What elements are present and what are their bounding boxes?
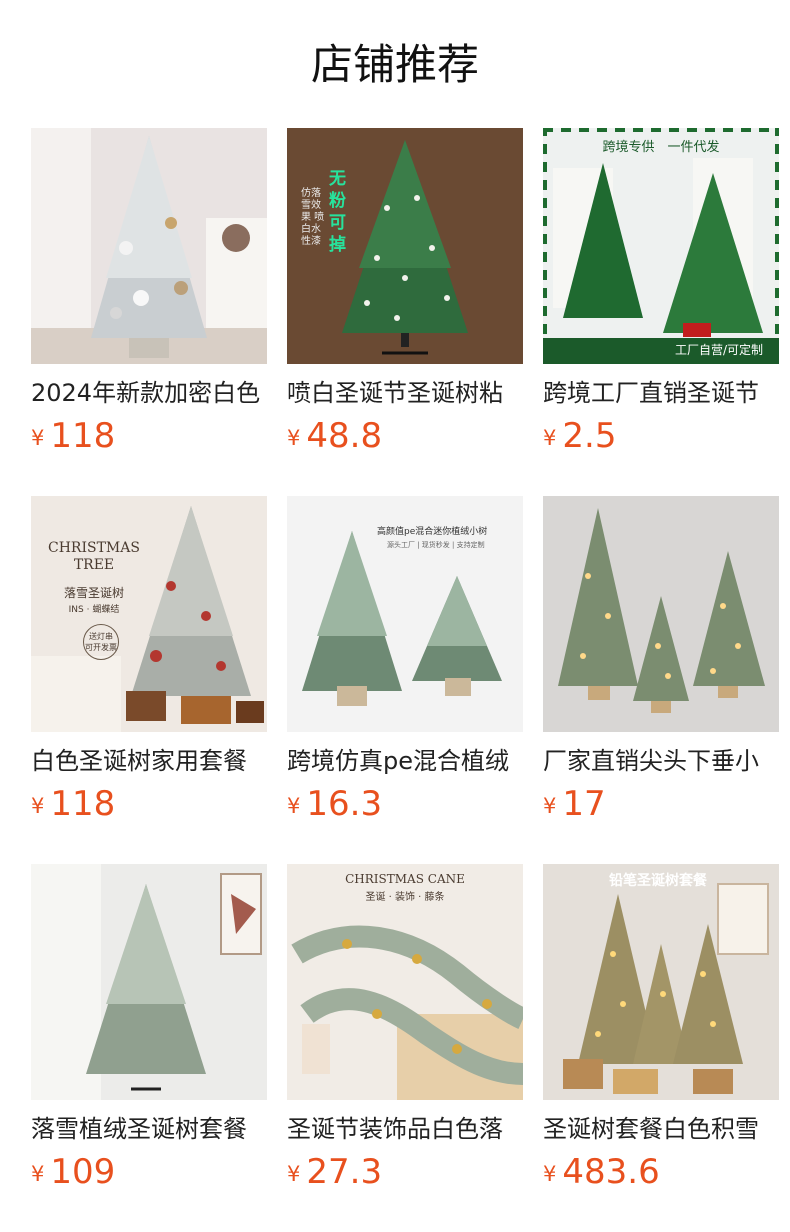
product-name[interactable]: 圣诞树套餐白色积雪 bbox=[543, 1112, 779, 1146]
product-card[interactable]: 落雪植绒圣诞树套餐 ¥109 bbox=[31, 864, 267, 1194]
product-name[interactable]: 白色圣诞树家用套餐 bbox=[31, 744, 267, 778]
product-image[interactable]: 铅笔圣诞树套餐 bbox=[543, 864, 779, 1100]
overlay-top-text: 高颜值pe混合迷你植绒小树 bbox=[377, 527, 488, 537]
product-image[interactable]: 高颜值pe混合迷你植绒小树 源头工厂 | 现货秒发 | 支持定制 bbox=[287, 496, 523, 732]
overlay-subtitle: 源头工厂 | 现货秒发 | 支持定制 bbox=[387, 541, 485, 549]
product-price: ¥2.5 bbox=[543, 414, 779, 458]
product-price: ¥48.8 bbox=[287, 414, 523, 458]
product-card[interactable]: 铅笔圣诞树套餐 圣诞树套餐白色积雪 ¥483.6 bbox=[543, 864, 779, 1194]
currency-symbol: ¥ bbox=[543, 1162, 557, 1186]
overlay-subtitle: 圣诞 · 装饰 · 藤条 bbox=[365, 892, 445, 903]
product-card[interactable]: CHRISTMAS CANE 圣诞 · 装饰 · 藤条 圣诞节装饰品白色落 ¥2… bbox=[287, 864, 523, 1194]
product-image[interactable]: CHRISTMAS CANE 圣诞 · 装饰 · 藤条 bbox=[287, 864, 523, 1100]
currency-symbol: ¥ bbox=[287, 794, 301, 818]
product-card[interactable]: 跨境专供 一件代发 工厂自营/可定制 跨境工厂直销圣诞节 ¥2.5 bbox=[543, 128, 779, 458]
product-price: ¥118 bbox=[31, 782, 267, 826]
product-card[interactable]: 高颜值pe混合迷你植绒小树 源头工厂 | 现货秒发 | 支持定制 跨境仿真pe混… bbox=[287, 496, 523, 826]
product-price: ¥27.3 bbox=[287, 1150, 523, 1194]
product-name[interactable]: 喷白圣诞节圣诞树粘 bbox=[287, 376, 523, 410]
currency-symbol: ¥ bbox=[543, 794, 557, 818]
product-price: ¥483.6 bbox=[543, 1150, 779, 1194]
product-name[interactable]: 跨境仿真pe混合植绒 bbox=[287, 744, 523, 778]
product-image[interactable] bbox=[31, 864, 267, 1100]
product-name[interactable]: 圣诞节装饰品白色落 bbox=[287, 1112, 523, 1146]
price-amount: 118 bbox=[50, 784, 116, 824]
product-name[interactable]: 厂家直销尖头下垂小 bbox=[543, 744, 779, 778]
price-amount: 27.3 bbox=[306, 1152, 383, 1192]
overlay-headline: CHRISTMAS TREE bbox=[48, 540, 140, 573]
product-price: ¥109 bbox=[31, 1150, 267, 1194]
overlay-stamp: 送灯串 可开发票 bbox=[83, 624, 119, 660]
overlay-top-text: 跨境专供 一件代发 bbox=[602, 140, 720, 155]
product-name[interactable]: 落雪植绒圣诞树套餐 bbox=[31, 1112, 267, 1146]
product-name[interactable]: 跨境工厂直销圣诞节 bbox=[543, 376, 779, 410]
price-amount: 48.8 bbox=[306, 416, 383, 456]
overlay-badge: 无粉可掉 bbox=[329, 169, 346, 255]
product-image[interactable] bbox=[31, 128, 267, 364]
price-amount: 118 bbox=[50, 416, 116, 456]
product-card[interactable]: 厂家直销尖头下垂小 ¥17 bbox=[543, 496, 779, 826]
product-image[interactable]: 无粉可掉 仿落雪效果 喷白水性漆 bbox=[287, 128, 523, 364]
currency-symbol: ¥ bbox=[287, 1162, 301, 1186]
currency-symbol: ¥ bbox=[31, 794, 45, 818]
currency-symbol: ¥ bbox=[543, 426, 557, 450]
overlay-headline: 铅笔圣诞树套餐 bbox=[609, 873, 707, 889]
product-card[interactable]: 2024年新款加密白色 ¥118 bbox=[31, 128, 267, 458]
product-price: ¥16.3 bbox=[287, 782, 523, 826]
price-amount: 2.5 bbox=[562, 416, 617, 456]
price-amount: 17 bbox=[562, 784, 606, 824]
overlay-bottom-text: 工厂自营/可定制 bbox=[674, 343, 764, 357]
product-price: ¥17 bbox=[543, 782, 779, 826]
overlay-subtitle: 落雪圣诞树 bbox=[63, 586, 124, 600]
recommendation-page: 店铺推荐 2024年新款加密白色 ¥ 118 无粉可掉 仿落雪效果 喷白水性漆 … bbox=[0, 0, 790, 1232]
product-price: ¥118 bbox=[31, 414, 267, 458]
overlay-headline: CHRISTMAS CANE bbox=[345, 872, 465, 886]
currency-symbol: ¥ bbox=[31, 426, 45, 450]
product-grid: 2024年新款加密白色 ¥118 无粉可掉 仿落雪效果 喷白水性漆 喷白圣诞节圣… bbox=[0, 0, 790, 1232]
product-image[interactable]: CHRISTMAS TREE 落雪圣诞树 INS · 蝴蝶结 送灯串 可开发票 bbox=[31, 496, 267, 732]
product-image[interactable] bbox=[543, 496, 779, 732]
price-amount: 16.3 bbox=[306, 784, 383, 824]
currency-symbol: ¥ bbox=[287, 426, 301, 450]
product-image[interactable]: 跨境专供 一件代发 工厂自营/可定制 bbox=[543, 128, 779, 364]
product-name[interactable]: 2024年新款加密白色 bbox=[31, 376, 267, 410]
currency-symbol: ¥ bbox=[31, 1162, 45, 1186]
price-amount: 483.6 bbox=[562, 1152, 660, 1192]
overlay-tag: INS · 蝴蝶结 bbox=[68, 605, 120, 615]
product-card[interactable]: CHRISTMAS TREE 落雪圣诞树 INS · 蝴蝶结 送灯串 可开发票 … bbox=[31, 496, 267, 826]
price-amount: 109 bbox=[50, 1152, 116, 1192]
overlay-side-text: 仿落雪效果 喷白水性漆 bbox=[301, 188, 325, 247]
product-card[interactable]: 无粉可掉 仿落雪效果 喷白水性漆 喷白圣诞节圣诞树粘 ¥48.8 bbox=[287, 128, 523, 458]
